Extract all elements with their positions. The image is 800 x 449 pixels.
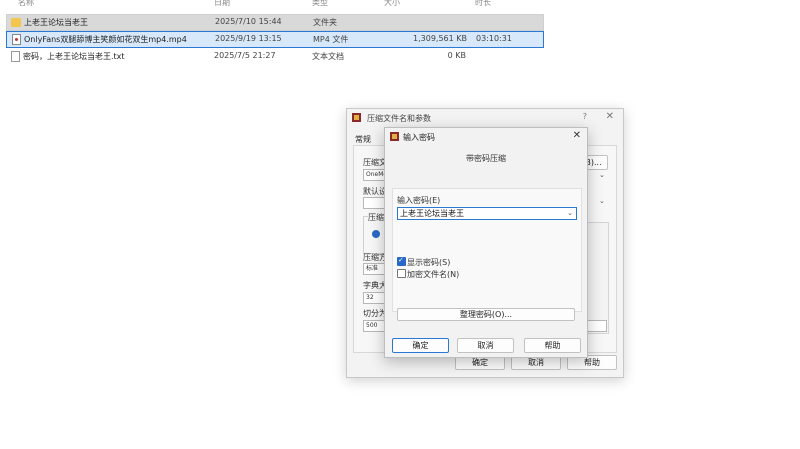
chevron-down-icon[interactable]: ⌄ xyxy=(599,171,605,179)
show-password-checkbox[interactable] xyxy=(397,256,406,266)
folder-icon xyxy=(11,18,21,27)
format-label: 压缩 xyxy=(368,212,384,223)
column-date[interactable]: 日期 xyxy=(214,0,230,8)
method-select[interactable]: 标准 xyxy=(363,263,385,275)
help-icon[interactable]: ? xyxy=(583,112,587,121)
organize-passwords-button[interactable]: 整理密码(O)... xyxy=(397,308,575,321)
tab-general[interactable]: 常规 xyxy=(355,134,371,145)
column-duration[interactable]: 时长 xyxy=(475,0,491,8)
chevron-down-icon[interactable]: ⌄ xyxy=(567,208,573,219)
file-size: 0 KB xyxy=(447,51,466,60)
file-date: 2025/9/19 13:15 xyxy=(215,34,282,43)
winrar-icon xyxy=(390,132,399,141)
close-icon[interactable]: ✕ xyxy=(573,130,581,141)
show-password-label[interactable]: 显示密码(S) xyxy=(407,257,450,268)
dictionary-select[interactable]: 32 xyxy=(363,292,385,304)
file-row[interactable]: OnlyFans双腿舔博主笑颜如花双生mp4.mp4 2025/9/19 13:… xyxy=(6,31,544,48)
split-field[interactable]: 500 xyxy=(363,320,385,332)
file-type: 文件夹 xyxy=(313,18,337,27)
column-size[interactable]: 大小 xyxy=(384,0,400,8)
file-name: 密码，上老王论坛当老王.txt xyxy=(23,52,125,61)
encrypt-filenames-checkbox[interactable] xyxy=(397,269,406,278)
password-dialog: 输入密码 ✕ 带密码压缩 输入密码(E) 上老王论坛当老王 ⌄ 显示密码(S) … xyxy=(384,127,588,358)
column-name[interactable]: 名称 xyxy=(18,0,34,8)
file-row[interactable]: 密码，上老王论坛当老王.txt 2025/7/5 21:27 文本文档 0 KB xyxy=(6,49,542,64)
dialog-heading: 带密码压缩 xyxy=(466,154,506,163)
file-name: OnlyFans双腿舔博主笑颜如花双生mp4.mp4 xyxy=(24,35,187,44)
dialog-title: 输入密码 xyxy=(403,133,435,142)
dialog-title: 压缩文件名和参数 xyxy=(367,114,431,123)
encrypt-filenames-label[interactable]: 加密文件名(N) xyxy=(407,269,459,280)
file-duration: 03:10:31 xyxy=(476,34,512,43)
ok-button[interactable]: 确定 xyxy=(392,338,449,353)
file-type: 文本文档 xyxy=(312,52,344,61)
file-type: MP4 文件 xyxy=(313,35,349,44)
password-input[interactable]: 上老王论坛当老王 ⌄ xyxy=(397,207,577,220)
column-type[interactable]: 类型 xyxy=(312,0,328,8)
file-row[interactable]: 上老王论坛当老王 2025/7/10 15:44 文件夹 xyxy=(6,14,544,31)
file-list-header: 名称 日期 类型 大小 时长 xyxy=(0,0,800,8)
video-file-icon xyxy=(12,34,21,45)
help-button[interactable]: 帮助 xyxy=(524,338,581,353)
file-date: 2025/7/10 15:44 xyxy=(215,17,282,26)
password-label: 输入密码(E) xyxy=(397,196,441,205)
close-icon[interactable]: ✕ xyxy=(606,111,614,122)
chevron-down-icon[interactable]: ⌄ xyxy=(599,197,605,205)
password-value: 上老王论坛当老王 xyxy=(400,209,464,218)
file-name: 上老王论坛当老王 xyxy=(24,18,88,27)
file-date: 2025/7/5 21:27 xyxy=(214,51,276,60)
winrar-icon xyxy=(352,113,361,122)
file-size: 1,309,561 KB xyxy=(413,34,467,43)
format-radio[interactable] xyxy=(372,230,380,238)
cancel-button[interactable]: 取消 xyxy=(457,338,514,353)
text-file-icon xyxy=(11,51,20,62)
